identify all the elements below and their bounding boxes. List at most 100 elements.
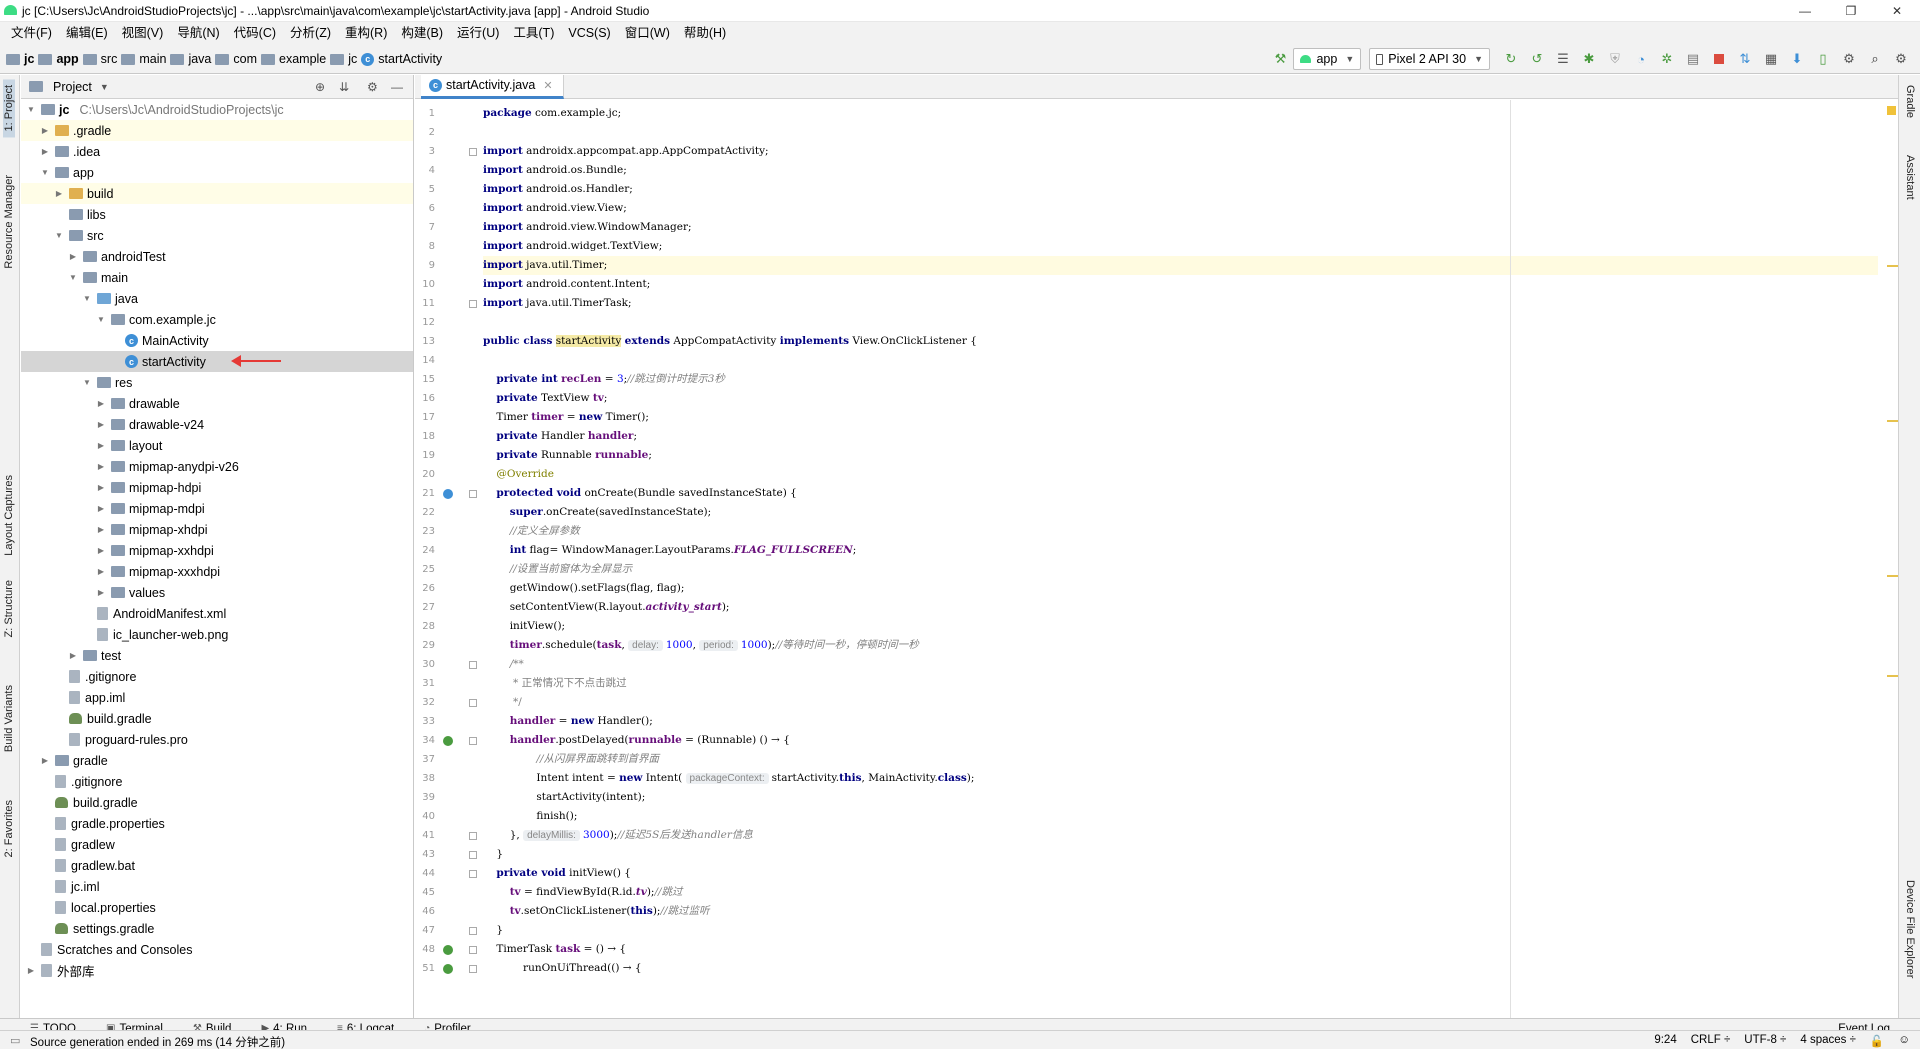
stripe-mark[interactable] bbox=[1887, 575, 1898, 577]
tree-node[interactable]: gradle.properties bbox=[21, 813, 413, 834]
code-line[interactable]: Intent intent = new Intent( packageConte… bbox=[483, 769, 1878, 788]
code-line[interactable]: } bbox=[483, 921, 1878, 940]
code-line[interactable]: public class startActivity extends AppCo… bbox=[483, 332, 1878, 351]
code-area[interactable]: package com.example.jc; import androidx.a… bbox=[483, 100, 1878, 1018]
avd-manager-icon[interactable]: ▯ bbox=[1812, 48, 1834, 70]
device-select[interactable]: Pixel 2 API 30 ▼ bbox=[1369, 48, 1490, 70]
chevron-icon[interactable]: ▼ bbox=[53, 231, 65, 240]
code-line[interactable]: import android.view.WindowManager; bbox=[483, 218, 1878, 237]
tree-node[interactable]: ▶ mipmap-mdpi bbox=[21, 498, 413, 519]
tab-build-variants[interactable]: Build Variants bbox=[3, 685, 15, 752]
tab-layout-captures[interactable]: Layout Captures bbox=[3, 475, 15, 556]
tree-node[interactable]: ▼ main bbox=[21, 267, 413, 288]
code-line[interactable]: startActivity(intent); bbox=[483, 788, 1878, 807]
fold-toggle-icon[interactable] bbox=[469, 946, 477, 954]
chevron-icon[interactable]: ▶ bbox=[95, 504, 107, 513]
menu-item[interactable]: 工具(T) bbox=[506, 22, 561, 44]
settings-icon[interactable]: ⚙ bbox=[1890, 48, 1912, 70]
tree-node[interactable]: local.properties bbox=[21, 897, 413, 918]
close-button[interactable]: ✕ bbox=[1874, 0, 1920, 22]
chevron-icon[interactable]: ▼ bbox=[39, 168, 51, 177]
fold-toggle-icon[interactable] bbox=[469, 870, 477, 878]
chevron-icon[interactable]: ▶ bbox=[53, 189, 65, 198]
tree-node[interactable]: ▼ jc C:\Users\Jc\AndroidStudioProjects\jc bbox=[21, 99, 413, 120]
menu-item[interactable]: 导航(N) bbox=[170, 22, 226, 44]
fold-toggle-icon[interactable] bbox=[469, 965, 477, 973]
code-line[interactable]: super.onCreate(savedInstanceState); bbox=[483, 503, 1878, 522]
menu-item[interactable]: 编辑(E) bbox=[59, 22, 115, 44]
tree-node[interactable]: ▶ layout bbox=[21, 435, 413, 456]
tree-node[interactable]: AndroidManifest.xml bbox=[21, 603, 413, 624]
tree-node[interactable]: ▶ .gradle bbox=[21, 120, 413, 141]
chevron-icon[interactable]: ▶ bbox=[95, 462, 107, 471]
fold-toggle-icon[interactable] bbox=[469, 699, 477, 707]
hammer-icon[interactable]: ⚒ bbox=[1269, 48, 1291, 70]
code-line[interactable]: TimerTask task = () → { bbox=[483, 940, 1878, 959]
tab-device-file-explorer[interactable]: Device File Explorer bbox=[1904, 880, 1916, 978]
code-line[interactable]: import android.os.Bundle; bbox=[483, 161, 1878, 180]
menu-item[interactable]: 帮助(H) bbox=[677, 22, 733, 44]
code-line[interactable]: package com.example.jc; bbox=[483, 104, 1878, 123]
menu-item[interactable]: 视图(V) bbox=[115, 22, 171, 44]
chevron-icon[interactable]: ▶ bbox=[95, 441, 107, 450]
tree-node[interactable]: proguard-rules.pro bbox=[21, 729, 413, 750]
code-line[interactable]: import android.os.Handler; bbox=[483, 180, 1878, 199]
tree-node[interactable]: ▶ .idea bbox=[21, 141, 413, 162]
code-line[interactable]: protected void onCreate(Bundle savedInst… bbox=[483, 484, 1878, 503]
breadcrumb-item[interactable]: main bbox=[121, 52, 166, 66]
lock-icon[interactable]: 🔓 bbox=[1870, 1034, 1884, 1048]
tab-assistant[interactable]: Assistant bbox=[1904, 155, 1916, 200]
breadcrumb-item[interactable]: jc bbox=[330, 52, 357, 66]
code-line[interactable]: timer.schedule(task, delay: 1000, period:… bbox=[483, 636, 1878, 655]
code-line[interactable]: /** bbox=[483, 655, 1878, 674]
code-line[interactable]: private Runnable runnable; bbox=[483, 446, 1878, 465]
breadcrumb-item[interactable]: jc bbox=[6, 52, 34, 66]
tree-node[interactable]: c startActivity bbox=[21, 351, 413, 372]
tree-node[interactable]: ▼ src bbox=[21, 225, 413, 246]
chevron-icon[interactable]: ▶ bbox=[39, 147, 51, 156]
breadcrumb-item[interactable]: c startActivity bbox=[361, 52, 442, 66]
sdk-manager-icon[interactable]: ⬇ bbox=[1786, 48, 1808, 70]
code-line[interactable]: tv = findViewById(R.id.tv);//跳过 bbox=[483, 883, 1878, 902]
tab-project[interactable]: 1: Project bbox=[3, 79, 15, 138]
tree-node[interactable]: ▶ drawable-v24 bbox=[21, 414, 413, 435]
code-line[interactable]: import androidx.appcompat.app.AppCompatA… bbox=[483, 142, 1878, 161]
code-line[interactable] bbox=[483, 351, 1878, 370]
tree-node[interactable]: ▶ mipmap-xhdpi bbox=[21, 519, 413, 540]
code-line[interactable] bbox=[483, 313, 1878, 332]
file-encoding[interactable]: UTF-8 ÷ bbox=[1744, 1034, 1786, 1048]
indent-setting[interactable]: 4 spaces ÷ bbox=[1800, 1034, 1856, 1048]
implement-method-icon[interactable] bbox=[443, 945, 453, 955]
override-method-icon[interactable] bbox=[443, 489, 453, 499]
code-line[interactable]: } bbox=[483, 845, 1878, 864]
code-line[interactable]: @Override bbox=[483, 465, 1878, 484]
tree-node[interactable]: Scratches and Consoles bbox=[21, 939, 413, 960]
tab-resource-manager[interactable]: Resource Manager bbox=[3, 175, 15, 269]
code-line[interactable]: import java.util.TimerTask; bbox=[483, 294, 1878, 313]
fold-toggle-icon[interactable] bbox=[469, 737, 477, 745]
chevron-icon[interactable]: ▶ bbox=[67, 651, 79, 660]
code-line[interactable]: import android.content.Intent; bbox=[483, 275, 1878, 294]
tree-node[interactable]: ▶ mipmap-hdpi bbox=[21, 477, 413, 498]
code-line[interactable]: import android.view.View; bbox=[483, 199, 1878, 218]
tree-node[interactable]: app.iml bbox=[21, 687, 413, 708]
implement-method-icon[interactable] bbox=[443, 964, 453, 974]
tree-node[interactable]: ▶ mipmap-xxxhdpi bbox=[21, 561, 413, 582]
hide-panel-icon[interactable]: — bbox=[391, 80, 403, 94]
chevron-icon[interactable]: ▶ bbox=[95, 420, 107, 429]
line-separator[interactable]: CRLF ÷ bbox=[1691, 1034, 1731, 1048]
stripe-mark[interactable] bbox=[1887, 265, 1898, 267]
gear-icon[interactable]: ⚙ bbox=[367, 80, 378, 94]
code-line[interactable]: finish(); bbox=[483, 807, 1878, 826]
code-line[interactable]: int flag= WindowManager.LayoutParams.FLA… bbox=[483, 541, 1878, 560]
code-line[interactable]: tv.setOnClickListener(this);//跳过监听 bbox=[483, 902, 1878, 921]
tree-node[interactable]: .gitignore bbox=[21, 666, 413, 687]
menu-item[interactable]: VCS(S) bbox=[561, 22, 617, 44]
warning-indicator-icon[interactable] bbox=[1887, 106, 1896, 115]
chevron-icon[interactable]: ▼ bbox=[81, 294, 93, 303]
tab-gradle[interactable]: Gradle bbox=[1904, 85, 1916, 118]
attach-debugger-icon[interactable]: ☰ bbox=[1552, 48, 1574, 70]
code-line[interactable]: private Handler handler; bbox=[483, 427, 1878, 446]
code-line[interactable]: * 正常情况下不点击跳过 bbox=[483, 674, 1878, 693]
tree-node[interactable]: ▶ mipmap-anydpi-v26 bbox=[21, 456, 413, 477]
